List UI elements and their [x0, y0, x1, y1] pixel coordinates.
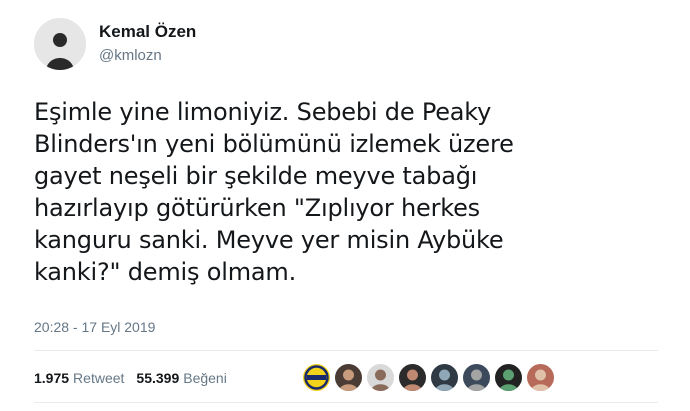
liker-avatar[interactable] [303, 364, 330, 391]
user-photo-icon [495, 364, 522, 391]
tweet-line: kanki?" demiş olmam. [34, 258, 296, 286]
profile-avatar[interactable] [34, 18, 86, 70]
liker-avatar[interactable] [527, 364, 554, 391]
tweet-line: Eşimle yine limoniyiz. Sebebi de Peaky [34, 98, 492, 126]
liker-avatar[interactable] [463, 364, 490, 391]
liker-avatar[interactable] [495, 364, 522, 391]
tweet-line: gayet neşeli bir şekilde meyve tabağı [34, 162, 478, 190]
tweet-text: Eşimle yine limoniyiz. Sebebi de Peaky B… [34, 96, 674, 288]
like-count: 55.399 [136, 370, 180, 386]
tweet-line: hazırlayıp götürürken "Zıplıyor herkes [34, 194, 480, 222]
divider [34, 402, 658, 403]
like-stat[interactable]: 55.399 Beğeni [136, 370, 226, 386]
liker-avatar[interactable] [335, 364, 362, 391]
user-photo-icon [399, 364, 426, 391]
retweet-stat[interactable]: 1.975 Retweet [34, 370, 124, 386]
user-photo-icon [335, 364, 362, 391]
divider [34, 350, 658, 351]
tweet-line: Blinders'ın yeni bölümünü izlemek üzere [34, 130, 514, 158]
tweet-stats: 1.975 Retweet 55.399 Beğeni [34, 370, 227, 386]
user-photo-icon [463, 364, 490, 391]
user-name[interactable]: Kemal Özen [99, 22, 196, 42]
tweet-line: kanguru sanki. Meyve yer misin Aybüke [34, 226, 504, 254]
tweet-timestamp[interactable]: 20:28 - 17 Eyl 2019 [34, 319, 155, 335]
user-photo-icon [34, 18, 86, 70]
user-photo-icon [527, 364, 554, 391]
retweet-label: Retweet [73, 370, 125, 386]
liker-avatars [303, 364, 559, 391]
liker-avatar[interactable] [399, 364, 426, 391]
user-photo-icon [431, 364, 458, 391]
user-photo-icon [367, 364, 394, 391]
liker-avatar[interactable] [431, 364, 458, 391]
liker-avatar[interactable] [367, 364, 394, 391]
user-handle[interactable]: @kmlozn [99, 47, 162, 64]
retweet-count: 1.975 [34, 370, 70, 386]
team-logo-icon [303, 364, 330, 391]
like-label: Beğeni [183, 370, 227, 386]
